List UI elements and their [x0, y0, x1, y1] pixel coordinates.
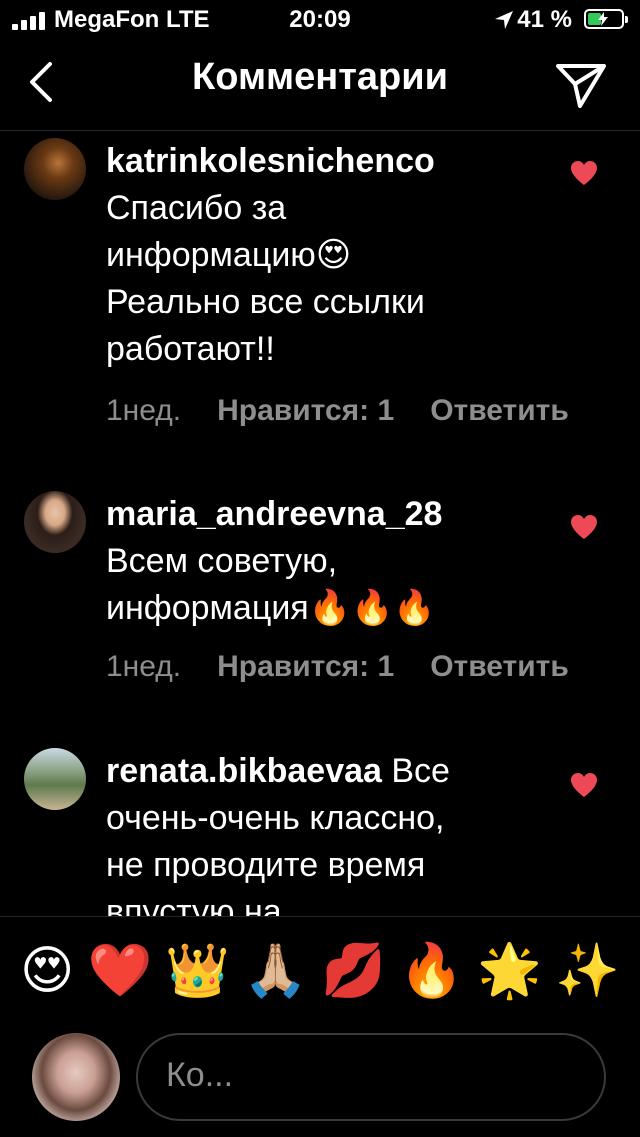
- comment-input-wrapper: [136, 1033, 606, 1121]
- reply-button[interactable]: Ответить: [430, 394, 569, 427]
- time-ago: 1нед.: [106, 394, 182, 427]
- comment-text: maria_andreevna_28 Всем советую, информа…: [106, 495, 443, 627]
- comment-text: katrinkolesnichenco Спасибо за информаци…: [106, 142, 435, 368]
- avatar[interactable]: [24, 138, 86, 200]
- reply-button[interactable]: Ответить: [430, 650, 569, 683]
- emoji-sparkles[interactable]: ✨: [555, 939, 620, 1003]
- avatar[interactable]: [24, 491, 86, 553]
- quick-emoji-bar: 😍 ❤️ 👑 🙏🏼 💋 🔥 🌟 ✨: [20, 939, 620, 1003]
- heart-icon[interactable]: [570, 772, 598, 798]
- emoji-fire[interactable]: 🔥: [399, 939, 464, 1003]
- comment-text: renata.bikbaevaa Все очень-очень классно…: [106, 752, 450, 916]
- likes-count[interactable]: Нравится: 1: [217, 650, 394, 683]
- comment-item: renata.bikbaevaa Все очень-очень классно…: [0, 740, 640, 916]
- comment-input[interactable]: [164, 1055, 588, 1096]
- emoji-heart-eyes[interactable]: 😍: [20, 939, 74, 1003]
- heart-icon[interactable]: [570, 160, 598, 186]
- time-ago: 1нед.: [106, 650, 182, 683]
- page-title: Комментарии: [192, 56, 448, 98]
- status-bar: MegaFon LTE 20:09 41 %: [0, 0, 640, 40]
- emoji-folded-hands[interactable]: 🙏🏼: [243, 939, 308, 1003]
- comment-username[interactable]: renata.bikbaevaa: [106, 752, 382, 790]
- emoji-glowing-star[interactable]: 🌟: [477, 939, 542, 1003]
- comment-meta: 1нед. Нравится: 1 Ответить: [106, 394, 605, 428]
- likes-count[interactable]: Нравится: 1: [217, 394, 394, 427]
- comment-meta: 1нед. Нравится: 1 Ответить: [106, 650, 605, 684]
- location-arrow-icon: [495, 11, 513, 29]
- heart-icon[interactable]: [570, 514, 598, 540]
- emoji-kiss-mark[interactable]: 💋: [321, 939, 386, 1003]
- battery-charging-icon: [584, 9, 628, 29]
- avatar[interactable]: [24, 748, 86, 810]
- battery-percent: 41 %: [517, 6, 572, 33]
- comment-composer-bar: 😍 ❤️ 👑 🙏🏼 💋 🔥 🌟 ✨: [0, 916, 640, 1137]
- paper-plane-icon[interactable]: [554, 60, 608, 110]
- comment-item: katrinkolesnichenco Спасибо за информаци…: [0, 130, 640, 460]
- emoji-crown[interactable]: 👑: [165, 939, 230, 1003]
- emoji-red-heart[interactable]: ❤️: [87, 939, 152, 1003]
- current-user-avatar: [32, 1033, 120, 1121]
- header: Комментарии: [0, 40, 640, 131]
- comment-item: maria_andreevna_28 Всем советую, информа…: [0, 484, 640, 714]
- comment-username[interactable]: katrinkolesnichenco: [106, 142, 435, 180]
- comment-username[interactable]: maria_andreevna_28: [106, 495, 442, 533]
